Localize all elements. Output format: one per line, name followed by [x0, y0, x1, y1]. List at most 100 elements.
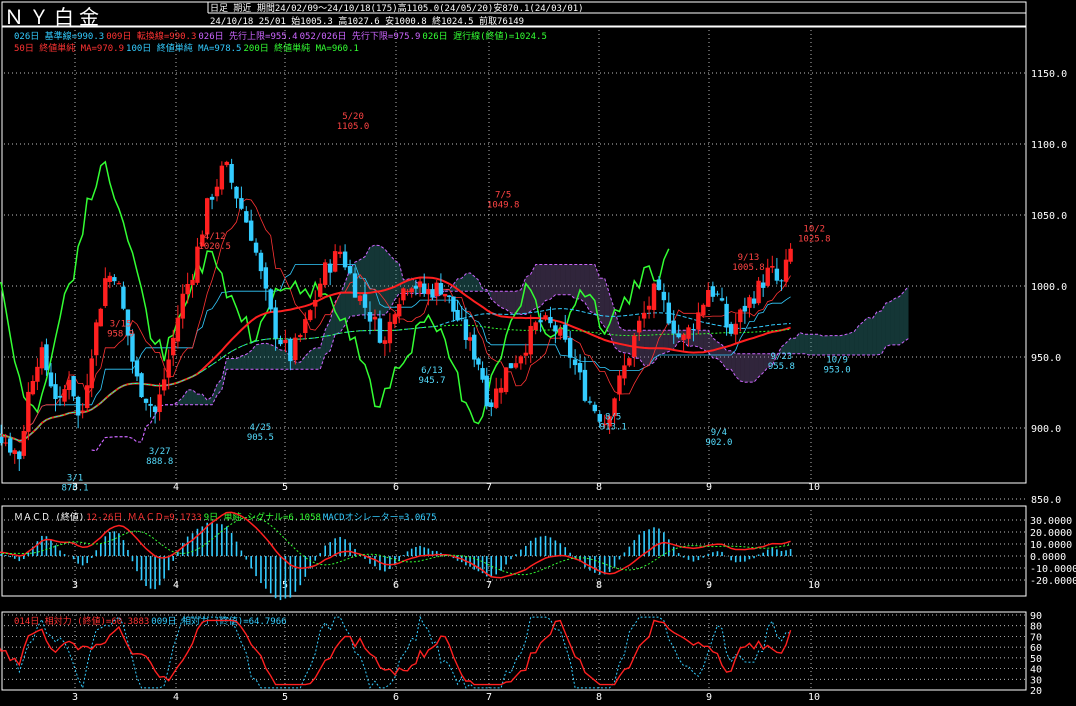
candle-body [738, 309, 743, 323]
candle-body [719, 298, 725, 301]
candle-body [35, 366, 40, 382]
cloud-segment [226, 358, 232, 370]
cloud-segment [530, 264, 536, 312]
candle-body [558, 328, 563, 336]
candle-body [48, 372, 54, 387]
annotation-date: 9/23 [771, 352, 793, 362]
cloud-segment [300, 356, 306, 370]
x-tick-label: 3 [72, 692, 78, 703]
annotation-date: 10/2 [803, 224, 825, 234]
x-tick-label: 9 [706, 482, 712, 493]
candle-body [209, 196, 215, 200]
grid-lines [4, 26, 1026, 690]
cloud-segment [369, 245, 375, 315]
candle-body [538, 320, 543, 323]
candle-body [318, 283, 323, 297]
candle-body [392, 314, 398, 324]
annotation-value: 955.8 [768, 362, 795, 372]
x-tick-label: 9 [706, 580, 712, 591]
annotation-date: 10/9 [826, 356, 848, 366]
candle-body [646, 305, 652, 310]
cloud-segment [265, 343, 271, 370]
candle-body [219, 165, 225, 190]
candle-body [582, 369, 588, 401]
cloud-segment [799, 332, 805, 354]
candle-body [337, 251, 343, 255]
cloud-segment [295, 362, 301, 370]
macd-tick-label: 30.0000 [1030, 516, 1072, 527]
candle-body [107, 275, 113, 282]
candle-body [166, 359, 171, 378]
macd-tick-label: -10.0000 [1030, 564, 1076, 575]
cloud-segment [525, 274, 531, 315]
cloud-segment [256, 343, 261, 370]
candle-body [313, 299, 318, 307]
candle-body [94, 322, 99, 356]
candle-body [308, 310, 313, 321]
candle-body [39, 347, 45, 369]
candle-body [121, 286, 126, 309]
candle-body [733, 323, 738, 335]
candle-body [548, 316, 553, 324]
annotation-date: 6/13 [421, 366, 443, 376]
cloud-segment [501, 291, 507, 310]
cloud-segment [867, 317, 873, 356]
candle-body [175, 317, 181, 342]
candle-body [62, 389, 67, 402]
x-tick-label: 8 [596, 692, 602, 703]
candle-body [508, 363, 514, 369]
x-tick-label: 10 [808, 692, 820, 703]
cloud-segment [831, 335, 837, 356]
chart-window: ＮＹ白金 日足 期近 期間24/02/09～24/10/18(175)高1105… [0, 0, 1076, 706]
cloud-segment [619, 327, 625, 353]
x-tick-label: 5 [282, 692, 288, 703]
candle-body [676, 333, 681, 338]
panel-frame [1, 1, 1027, 28]
candle-body [224, 161, 229, 166]
candle-body [691, 328, 696, 330]
candle-body [253, 242, 259, 253]
cloud-segment [545, 264, 551, 301]
cloud-segment [808, 334, 814, 356]
candle-body [367, 312, 373, 322]
candle-body [66, 379, 72, 390]
y-tick-label: 1000.0 [1031, 282, 1067, 293]
candle-body [239, 198, 244, 209]
candle-body [139, 373, 144, 398]
cloud-segment [817, 334, 823, 356]
candle-body [401, 288, 406, 301]
candle-body [26, 391, 31, 432]
x-tick-label: 8 [596, 482, 602, 493]
cloud-segment [624, 330, 630, 354]
candle-body [229, 163, 234, 183]
cloud-segment [698, 330, 704, 350]
candle-body [533, 322, 538, 331]
candle-body [779, 280, 784, 282]
candle-body [715, 293, 720, 295]
annotation-value: 945.7 [418, 376, 445, 386]
candle-body [447, 295, 452, 297]
candle-body [661, 291, 667, 301]
candle-body [387, 321, 393, 344]
cloud-segment [840, 334, 846, 356]
annotation-date: 8/5 [605, 412, 621, 422]
candle-body [44, 344, 49, 371]
candle-body [597, 414, 602, 422]
candle-body [472, 334, 477, 360]
y-tick-label: 1100.0 [1031, 140, 1067, 151]
cloud-segment [374, 245, 380, 315]
x-tick-label: 7 [486, 580, 492, 591]
rsi-tick-label: 40 [1030, 665, 1042, 676]
rsi14-line [0, 619, 792, 686]
candle-body [0, 436, 4, 444]
cloud-segment [260, 343, 266, 370]
candle-body [710, 286, 716, 297]
candle-body [666, 302, 671, 324]
rsi-tick-label: 50 [1030, 654, 1042, 665]
cloud-segment [589, 264, 595, 314]
cloud-segment [389, 255, 395, 309]
macd-panel: 30.000020.000010.00000.0000-10.0000-20.0… [0, 511, 1076, 601]
candle-body [278, 339, 283, 345]
candle-body [489, 402, 494, 407]
cloud-segment [804, 334, 809, 356]
